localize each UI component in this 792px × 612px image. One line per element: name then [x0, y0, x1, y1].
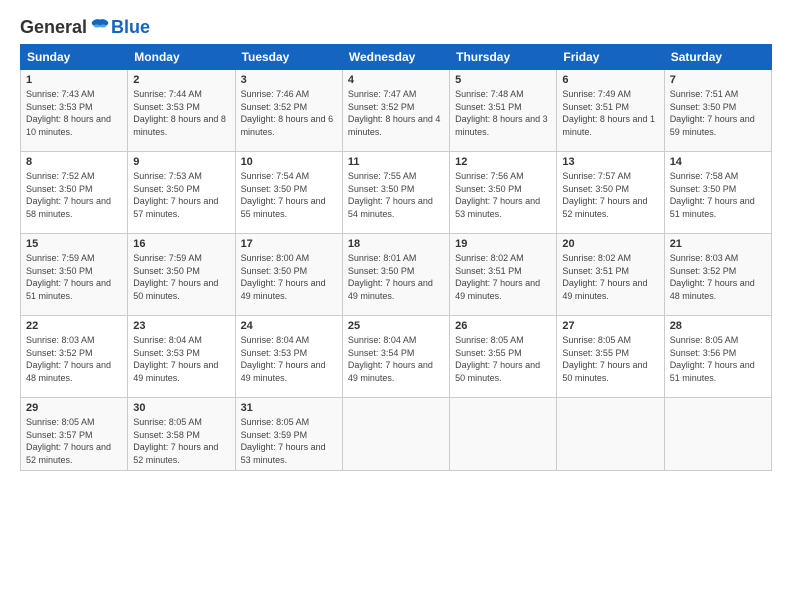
table-row: 1Sunrise: 7:43 AMSunset: 3:53 PMDaylight… — [21, 70, 128, 152]
table-row: 6Sunrise: 7:49 AMSunset: 3:51 PMDaylight… — [557, 70, 664, 152]
table-row: 24Sunrise: 8:04 AMSunset: 3:53 PMDayligh… — [235, 316, 342, 398]
col-wednesday: Wednesday — [342, 45, 449, 70]
table-row: 26Sunrise: 8:05 AMSunset: 3:55 PMDayligh… — [450, 316, 557, 398]
col-thursday: Thursday — [450, 45, 557, 70]
table-row: 14Sunrise: 7:58 AMSunset: 3:50 PMDayligh… — [664, 152, 771, 234]
logo-blue-text: Blue — [111, 17, 150, 38]
table-row: 19Sunrise: 8:02 AMSunset: 3:51 PMDayligh… — [450, 234, 557, 316]
col-monday: Monday — [128, 45, 235, 70]
table-row: 9Sunrise: 7:53 AMSunset: 3:50 PMDaylight… — [128, 152, 235, 234]
col-saturday: Saturday — [664, 45, 771, 70]
col-tuesday: Tuesday — [235, 45, 342, 70]
table-row — [557, 398, 664, 471]
table-row: 17Sunrise: 8:00 AMSunset: 3:50 PMDayligh… — [235, 234, 342, 316]
table-row: 25Sunrise: 8:04 AMSunset: 3:54 PMDayligh… — [342, 316, 449, 398]
table-row: 22Sunrise: 8:03 AMSunset: 3:52 PMDayligh… — [21, 316, 128, 398]
table-row: 12Sunrise: 7:56 AMSunset: 3:50 PMDayligh… — [450, 152, 557, 234]
calendar-table: Sunday Monday Tuesday Wednesday Thursday… — [20, 44, 772, 471]
logo-general-text: General — [20, 17, 87, 38]
table-row: 18Sunrise: 8:01 AMSunset: 3:50 PMDayligh… — [342, 234, 449, 316]
header-row: Sunday Monday Tuesday Wednesday Thursday… — [21, 45, 772, 70]
table-row: 31Sunrise: 8:05 AMSunset: 3:59 PMDayligh… — [235, 398, 342, 471]
table-row: 3Sunrise: 7:46 AMSunset: 3:52 PMDaylight… — [235, 70, 342, 152]
table-row: 28Sunrise: 8:05 AMSunset: 3:56 PMDayligh… — [664, 316, 771, 398]
col-sunday: Sunday — [21, 45, 128, 70]
table-row: 8Sunrise: 7:52 AMSunset: 3:50 PMDaylight… — [21, 152, 128, 234]
table-row: 16Sunrise: 7:59 AMSunset: 3:50 PMDayligh… — [128, 234, 235, 316]
table-row: 30Sunrise: 8:05 AMSunset: 3:58 PMDayligh… — [128, 398, 235, 471]
calendar-container: General Blue Sunday Monday Tuesday Wedne… — [0, 0, 792, 612]
table-row: 15Sunrise: 7:59 AMSunset: 3:50 PMDayligh… — [21, 234, 128, 316]
table-row: 29Sunrise: 8:05 AMSunset: 3:57 PMDayligh… — [21, 398, 128, 471]
table-row — [664, 398, 771, 471]
table-row: 10Sunrise: 7:54 AMSunset: 3:50 PMDayligh… — [235, 152, 342, 234]
table-row: 27Sunrise: 8:05 AMSunset: 3:55 PMDayligh… — [557, 316, 664, 398]
logo-bird-icon — [89, 16, 111, 38]
table-row: 13Sunrise: 7:57 AMSunset: 3:50 PMDayligh… — [557, 152, 664, 234]
col-friday: Friday — [557, 45, 664, 70]
table-row — [450, 398, 557, 471]
table-row: 5Sunrise: 7:48 AMSunset: 3:51 PMDaylight… — [450, 70, 557, 152]
table-row — [342, 398, 449, 471]
logo: General Blue — [20, 16, 150, 38]
table-row: 2Sunrise: 7:44 AMSunset: 3:53 PMDaylight… — [128, 70, 235, 152]
header: General Blue — [20, 16, 772, 38]
table-row: 21Sunrise: 8:03 AMSunset: 3:52 PMDayligh… — [664, 234, 771, 316]
table-row: 4Sunrise: 7:47 AMSunset: 3:52 PMDaylight… — [342, 70, 449, 152]
table-row: 23Sunrise: 8:04 AMSunset: 3:53 PMDayligh… — [128, 316, 235, 398]
table-row: 20Sunrise: 8:02 AMSunset: 3:51 PMDayligh… — [557, 234, 664, 316]
table-row: 7Sunrise: 7:51 AMSunset: 3:50 PMDaylight… — [664, 70, 771, 152]
table-row: 11Sunrise: 7:55 AMSunset: 3:50 PMDayligh… — [342, 152, 449, 234]
